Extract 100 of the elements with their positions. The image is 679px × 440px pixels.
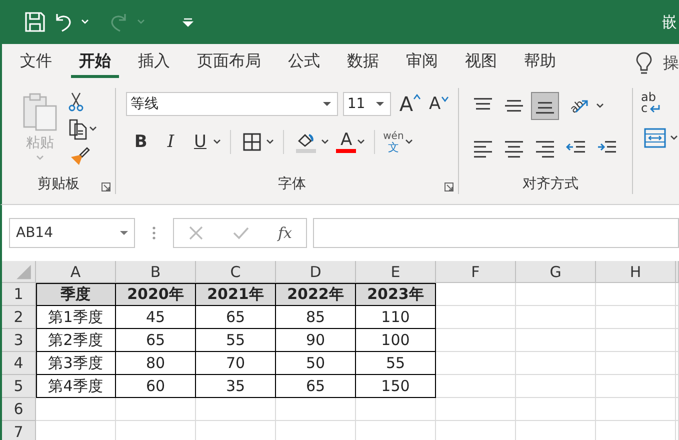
caret-icon[interactable] [320,138,330,146]
caret-icon[interactable] [80,18,90,26]
column-header[interactable]: A [36,261,116,283]
table-cell[interactable]: 35 [196,375,276,398]
table-cell[interactable]: 第1季度 [36,306,116,329]
dropdown-arrow-icon[interactable] [376,101,384,107]
clipboard-icon[interactable] [22,92,58,132]
table-cell[interactable]: 2021年 [196,283,276,306]
merge-center-icon[interactable] [644,128,666,148]
table-cell[interactable]: 2023年 [356,283,436,306]
wrap-text-button[interactable]: ab c [641,92,679,114]
caret-icon[interactable] [88,125,98,133]
formula-input-field[interactable] [313,218,679,248]
copy-icon[interactable] [68,118,88,140]
ribbon-tab[interactable]: 帮助 [516,48,564,78]
table-cell[interactable]: 150 [356,375,436,398]
empty-cell[interactable] [436,375,516,398]
table-cell[interactable]: 55 [356,352,436,375]
empty-cell[interactable] [596,352,676,375]
phonetic-guide-button[interactable]: wén 文 [383,131,404,153]
select-all-icon[interactable] [2,261,36,283]
caret-icon[interactable] [265,138,276,146]
table-cell[interactable]: 第2季度 [36,329,116,352]
row-header[interactable]: 6 [2,398,36,421]
table-cell[interactable]: 第3季度 [36,352,116,375]
ribbon-tab[interactable]: 文件 [12,48,60,78]
table-cell[interactable]: 60 [116,375,196,398]
caret-icon[interactable] [594,102,605,110]
checkmark-icon[interactable] [232,225,250,241]
font-name-dropdown[interactable]: 等线 [126,92,338,116]
empty-cell[interactable] [436,306,516,329]
ribbon-tab[interactable]: 公式 [280,48,328,78]
font-size-dropdown[interactable]: 11 [343,92,392,116]
table-cell[interactable]: 85 [276,306,356,329]
empty-cell[interactable] [516,283,596,306]
ribbon-tab[interactable]: 视图 [457,48,505,78]
underline-button[interactable]: U [190,132,210,152]
empty-cell[interactable] [276,398,356,421]
empty-cell[interactable] [516,352,596,375]
dialog-launcher-icon[interactable] [101,182,112,192]
empty-cell[interactable] [116,398,196,421]
empty-cell[interactable] [436,398,516,421]
caret-icon[interactable] [404,138,414,146]
empty-cell[interactable] [676,421,679,440]
tell-me-search[interactable]: 操 [663,52,679,74]
empty-cell[interactable] [516,306,596,329]
lightbulb-icon[interactable] [635,51,653,75]
caret-icon[interactable] [669,134,679,142]
drag-handle-icon[interactable] [152,225,156,241]
ribbon-tab[interactable]: 插入 [130,48,178,78]
column-header[interactable]: H [596,261,676,283]
empty-cell[interactable] [676,375,679,398]
empty-cell[interactable] [676,329,679,352]
table-cell[interactable]: 80 [116,352,196,375]
table-cell[interactable]: 2020年 [116,283,196,306]
fill-color-icon[interactable] [295,131,318,153]
row-header[interactable]: 7 [2,421,36,440]
ribbon-tab[interactable]: 页面布局 [189,48,269,78]
insert-function-button[interactable]: fx [278,224,292,242]
ribbon-tab[interactable]: 数据 [339,48,387,78]
table-cell[interactable]: 65 [276,375,356,398]
return-arrow-icon[interactable] [648,104,661,114]
table-cell[interactable]: 65 [116,329,196,352]
empty-cell[interactable] [436,352,516,375]
row-header[interactable]: 1 [2,283,36,306]
row-header[interactable]: 2 [2,306,36,329]
save-icon[interactable] [24,11,46,33]
empty-cell[interactable] [516,398,596,421]
scissors-icon[interactable] [68,92,84,112]
table-cell[interactable]: 65 [196,306,276,329]
empty-cell[interactable] [676,398,679,421]
row-header[interactable]: 4 [2,352,36,375]
caret-icon[interactable] [356,138,366,146]
column-header[interactable]: C [196,261,276,283]
customize-icon[interactable] [182,16,194,28]
bold-button[interactable]: B [130,132,152,152]
align-bottom-button[interactable] [530,92,559,120]
decrease-font-size-button[interactable]: A [425,94,453,114]
table-cell[interactable]: 90 [276,329,356,352]
caret-down-icon[interactable] [440,96,449,102]
column-header[interactable]: G [516,261,596,283]
row-header[interactable]: 5 [2,375,36,398]
dropdown-arrow-icon[interactable] [120,230,128,236]
empty-cell[interactable] [596,283,676,306]
empty-cell[interactable] [516,375,596,398]
empty-cell[interactable] [516,329,596,352]
empty-cell[interactable] [436,329,516,352]
column-header[interactable]: B [116,261,196,283]
empty-cell[interactable] [356,398,436,421]
font-color-button[interactable]: A [336,131,356,153]
table-cell[interactable]: 110 [356,306,436,329]
cancel-icon[interactable] [188,225,204,241]
caret-up-icon[interactable] [413,94,422,100]
increase-font-size-button[interactable]: A [395,92,426,116]
empty-cell[interactable] [676,352,679,375]
table-cell[interactable]: 70 [196,352,276,375]
italic-button[interactable]: I [163,132,178,152]
empty-cell[interactable] [596,329,676,352]
borders-icon[interactable] [242,132,262,152]
table-cell[interactable]: 45 [116,306,196,329]
